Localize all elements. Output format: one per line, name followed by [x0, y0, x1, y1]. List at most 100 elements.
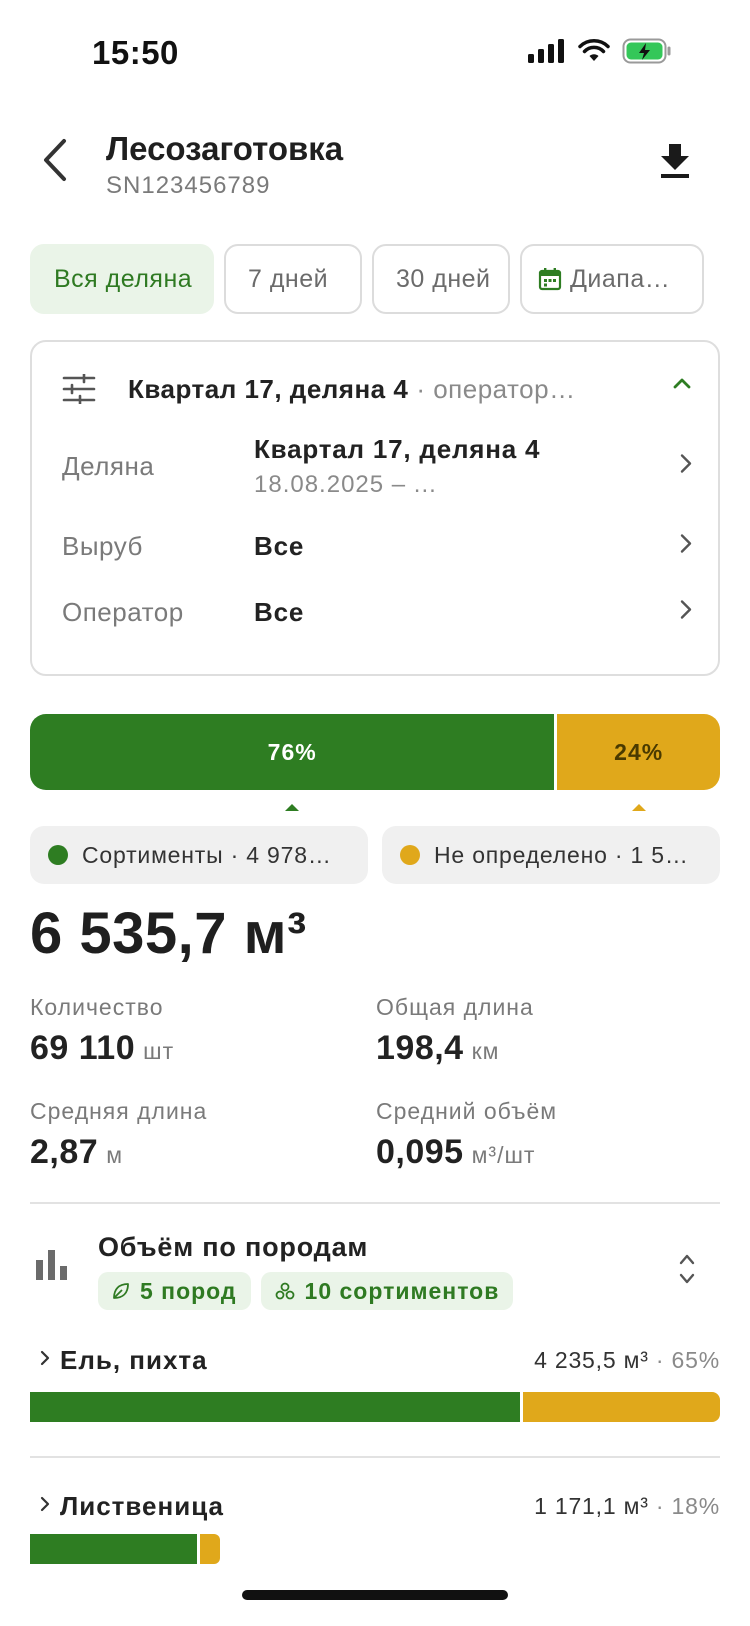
metric-unit: шт [143, 1038, 175, 1064]
tab-label: 7 дней [248, 264, 329, 293]
yellow-dot-icon [400, 845, 420, 865]
tab-label: Диапа… [570, 264, 671, 293]
period-tabs: Вся деляна 7 дней 30 дней Диапа… [30, 244, 704, 314]
metric-value: 69 110 [30, 1029, 136, 1067]
filter-row-value: Все [254, 530, 305, 561]
tab-label: Вся деляна [54, 264, 193, 293]
metric-total-length: Общая длина 198,4 км [376, 994, 706, 1068]
filter-row-value: Все [254, 596, 305, 627]
serial-number: SN123456789 [106, 172, 271, 199]
total-volume: 6 535,7 м³ [30, 901, 307, 966]
chevron-up-icon[interactable] [672, 376, 692, 395]
wifi-icon [578, 39, 610, 68]
metric-unit: м³/шт [471, 1142, 536, 1168]
metric-value: 198,4 [376, 1029, 464, 1067]
filter-row-value: Квартал 17, деляна 4 [254, 433, 541, 464]
leaf-icon [113, 1283, 129, 1299]
species-count-badge: 5 пород [98, 1272, 251, 1310]
status-bar: 15:50 [0, 0, 750, 110]
download-button[interactable] [660, 144, 700, 186]
species-row-spruce[interactable]: Ель, пихта 4 235,5 м³ · 65% [30, 1340, 720, 1380]
undefined-share[interactable]: 24% [554, 714, 720, 790]
tab-30-days[interactable]: 30 дней [372, 244, 510, 314]
chevron-right-icon [680, 454, 692, 479]
status-time: 15:50 [92, 34, 179, 71]
assortments-pointer [285, 804, 299, 811]
metric-avg-volume: Средний объём 0,095 м³/шт [376, 1098, 706, 1172]
page-title: Лесозаготовка [106, 130, 344, 167]
battery-charging-icon [622, 38, 672, 69]
metric-avg-length: Средняя длина 2,87 м [30, 1098, 360, 1172]
species-percent: · 65% [655, 1346, 720, 1373]
home-indicator[interactable] [242, 1590, 508, 1600]
green-dot-icon [48, 845, 68, 865]
species-bar-larch [30, 1534, 220, 1564]
metric-unit: км [471, 1038, 500, 1064]
species-name: Ель, пихта [60, 1344, 208, 1375]
divider [30, 1456, 720, 1458]
species-bar-spruce [30, 1392, 720, 1422]
metric-label: Общая длина [376, 994, 534, 1020]
tab-whole-plot[interactable]: Вся деляна [30, 244, 214, 314]
sort-toggle-icon[interactable] [678, 1252, 696, 1291]
calendar-icon [538, 267, 562, 291]
legend-undefined-chip[interactable]: Не определено · 1 5… [382, 826, 720, 884]
species-volume-value: 1 171,1 м³ [534, 1492, 649, 1519]
badge-label: 10 сортиментов [304, 1277, 500, 1304]
chevron-right-icon [40, 1496, 50, 1517]
filter-row-label: Оператор [62, 596, 184, 627]
bar-chart-icon [36, 1250, 70, 1285]
chevron-right-icon [40, 1350, 50, 1371]
chevron-right-icon [680, 600, 692, 625]
metric-label: Количество [30, 994, 164, 1020]
tab-date-range[interactable]: Диапа… [520, 244, 704, 314]
filter-row-operator[interactable]: Оператор Все [62, 584, 692, 640]
chevron-left-icon [44, 139, 66, 181]
species-bar-undefined [519, 1392, 720, 1422]
species-volume: 4 235,5 м³ · 65% [534, 1347, 720, 1374]
download-icon [661, 144, 689, 178]
status-icons [528, 38, 672, 69]
filter-row-plot[interactable]: Деляна Квартал 17, деляна 4 18.08.2025 –… [62, 424, 692, 508]
filter-row-cutting[interactable]: Выруб Все [62, 518, 692, 574]
metric-value: 0,095 [376, 1133, 464, 1171]
cellular-signal-icon [528, 39, 566, 68]
tab-label: 30 дней [396, 264, 491, 293]
metric-value: 2,87 [30, 1133, 99, 1171]
filter-header[interactable]: Квартал 17, деляна 4 · оператор… [62, 364, 692, 414]
filter-sliders-icon [62, 372, 96, 406]
species-volume: 1 171,1 м³ · 18% [534, 1493, 720, 1520]
badge-label: 5 пород [140, 1277, 237, 1304]
metric-label: Средняя длина [30, 1098, 208, 1124]
metric-label: Средний объём [376, 1098, 558, 1124]
legend-assortments-chip[interactable]: Сортименты · 4 978… [30, 826, 368, 884]
filter-row-label: Деляна [62, 450, 155, 481]
assortments-share[interactable]: 76% [30, 714, 555, 790]
species-section-title: Объём по породам [98, 1232, 369, 1262]
legend-undefined-label: Не определено · 1 5… [434, 841, 689, 868]
species-row-larch[interactable]: Лиственица 1 171,1 м³ · 18% [30, 1486, 720, 1526]
filter-row-dates: 18.08.2025 – ... [254, 470, 437, 498]
filter-card: Квартал 17, деляна 4 · оператор… Деляна … [30, 340, 720, 676]
back-button[interactable] [30, 130, 80, 190]
species-bar-assortments [30, 1392, 520, 1422]
volume-split-bar[interactable]: 76% 24% [30, 714, 720, 790]
undefined-pointer [632, 804, 646, 811]
species-badges: 5 пород 10 сортиментов [98, 1272, 514, 1310]
species-name: Лиственица [60, 1490, 224, 1521]
log-stack-icon [275, 1282, 294, 1300]
legend-assortments-label: Сортименты · 4 978… [82, 841, 332, 868]
species-percent: · 18% [655, 1492, 720, 1519]
chevron-right-icon [680, 534, 692, 559]
divider [30, 1202, 720, 1204]
species-volume-value: 4 235,5 м³ [534, 1346, 649, 1373]
filter-summary-operator: · оператор… [416, 373, 576, 404]
assortment-count-badge: 10 сортиментов [260, 1272, 514, 1310]
filter-summary: Квартал 17, деляна 4 [128, 373, 409, 404]
filter-row-label: Выруб [62, 530, 143, 561]
metric-unit: м [106, 1142, 123, 1168]
species-bar-assortments [30, 1534, 198, 1564]
species-bar-undefined [197, 1534, 220, 1564]
tab-7-days[interactable]: 7 дней [224, 244, 362, 314]
metric-count: Количество 69 110 шт [30, 994, 360, 1068]
